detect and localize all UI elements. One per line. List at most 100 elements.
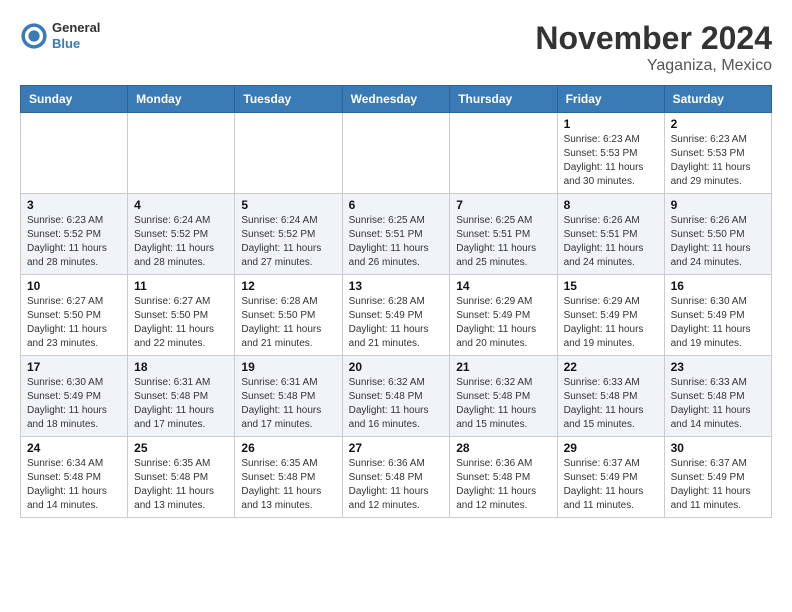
day-info: Sunrise: 6:30 AM Sunset: 5:49 PM Dayligh… — [671, 295, 765, 351]
day-number: 29 — [564, 441, 658, 455]
day-info: Sunrise: 6:32 AM Sunset: 5:48 PM Dayligh… — [349, 376, 444, 432]
calendar-cell: 30 Sunrise: 6:37 AM Sunset: 5:49 PM Dayli… — [664, 437, 771, 518]
calendar-cell: 25 Sunrise: 6:35 AM Sunset: 5:48 PM Dayli… — [128, 437, 235, 518]
calendar-cell — [342, 113, 450, 194]
calendar-cell: 29 Sunrise: 6:37 AM Sunset: 5:49 PM Dayli… — [557, 437, 664, 518]
day-info: Sunrise: 6:23 AM Sunset: 5:53 PM Dayligh… — [564, 133, 658, 189]
day-info: Sunrise: 6:33 AM Sunset: 5:48 PM Dayligh… — [564, 376, 658, 432]
calendar-week-row: 10 Sunrise: 6:27 AM Sunset: 5:50 PM Dayli… — [21, 275, 772, 356]
day-number: 13 — [349, 279, 444, 293]
day-number: 21 — [456, 360, 550, 374]
calendar-week-row: 24 Sunrise: 6:34 AM Sunset: 5:48 PM Dayli… — [21, 437, 772, 518]
day-number: 4 — [134, 198, 228, 212]
day-info: Sunrise: 6:36 AM Sunset: 5:48 PM Dayligh… — [349, 457, 444, 513]
calendar-cell: 9Sunrise: 6:26 AM Sunset: 5:50 PM Daylig… — [664, 194, 771, 275]
page-header: General Blue November 2024 Yaganiza, Mex… — [20, 20, 772, 75]
calendar-header: Sunday Monday Tuesday Wednesday Thursday… — [21, 86, 772, 113]
day-info: Sunrise: 6:35 AM Sunset: 5:48 PM Dayligh… — [134, 457, 228, 513]
day-number: 25 — [134, 441, 228, 455]
calendar-cell: 17 Sunrise: 6:30 AM Sunset: 5:49 PM Dayli… — [21, 356, 128, 437]
calendar-cell: 28 Sunrise: 6:36 AM Sunset: 5:48 PM Dayli… — [450, 437, 557, 518]
day-info: Sunrise: 6:28 AM Sunset: 5:49 PM Dayligh… — [349, 295, 444, 351]
day-info: Sunrise: 6:23 AM Sunset: 5:52 PM Dayligh… — [27, 214, 121, 270]
day-number: 16 — [671, 279, 765, 293]
day-info: Sunrise: 6:25 AM Sunset: 5:51 PM Dayligh… — [349, 214, 444, 270]
calendar-cell — [21, 113, 128, 194]
header-sunday: Sunday — [21, 86, 128, 113]
calendar-cell: 7 Sunrise: 6:25 AM Sunset: 5:51 PM Daylig… — [450, 194, 557, 275]
calendar-cell: 15Sunrise: 6:29 AM Sunset: 5:49 PM Dayli… — [557, 275, 664, 356]
calendar-cell: 19 Sunrise: 6:31 AM Sunset: 5:48 PM Dayli… — [235, 356, 342, 437]
calendar-cell: 6Sunrise: 6:25 AM Sunset: 5:51 PM Daylig… — [342, 194, 450, 275]
day-number: 19 — [241, 360, 335, 374]
day-number: 12 — [241, 279, 335, 293]
calendar-body: 1 Sunrise: 6:23 AM Sunset: 5:53 PM Daylig… — [21, 113, 772, 518]
day-number: 7 — [456, 198, 550, 212]
calendar-cell: 13 Sunrise: 6:28 AM Sunset: 5:49 PM Dayli… — [342, 275, 450, 356]
day-info: Sunrise: 6:37 AM Sunset: 5:49 PM Dayligh… — [564, 457, 658, 513]
day-info: Sunrise: 6:26 AM Sunset: 5:51 PM Dayligh… — [564, 214, 658, 270]
calendar-cell: 21 Sunrise: 6:32 AM Sunset: 5:48 PM Dayli… — [450, 356, 557, 437]
day-number: 23 — [671, 360, 765, 374]
day-info: Sunrise: 6:31 AM Sunset: 5:48 PM Dayligh… — [241, 376, 335, 432]
day-info: Sunrise: 6:27 AM Sunset: 5:50 PM Dayligh… — [134, 295, 228, 351]
calendar-cell — [235, 113, 342, 194]
logo-blue: Blue — [52, 36, 100, 52]
day-info: Sunrise: 6:28 AM Sunset: 5:50 PM Dayligh… — [241, 295, 335, 351]
day-info: Sunrise: 6:25 AM Sunset: 5:51 PM Dayligh… — [456, 214, 550, 270]
calendar-cell: 27 Sunrise: 6:36 AM Sunset: 5:48 PM Dayli… — [342, 437, 450, 518]
calendar-week-row: 1 Sunrise: 6:23 AM Sunset: 5:53 PM Daylig… — [21, 113, 772, 194]
day-info: Sunrise: 6:35 AM Sunset: 5:48 PM Dayligh… — [241, 457, 335, 513]
calendar-cell: 20Sunrise: 6:32 AM Sunset: 5:48 PM Dayli… — [342, 356, 450, 437]
day-info: Sunrise: 6:29 AM Sunset: 5:49 PM Dayligh… — [456, 295, 550, 351]
calendar-cell: 3 Sunrise: 6:23 AM Sunset: 5:52 PM Daylig… — [21, 194, 128, 275]
calendar-cell: 10Sunrise: 6:27 AM Sunset: 5:50 PM Dayli… — [21, 275, 128, 356]
day-number: 10 — [27, 279, 121, 293]
day-info: Sunrise: 6:24 AM Sunset: 5:52 PM Dayligh… — [134, 214, 228, 270]
day-info: Sunrise: 6:24 AM Sunset: 5:52 PM Dayligh… — [241, 214, 335, 270]
day-number: 24 — [27, 441, 121, 455]
day-info: Sunrise: 6:31 AM Sunset: 5:48 PM Dayligh… — [134, 376, 228, 432]
day-info: Sunrise: 6:32 AM Sunset: 5:48 PM Dayligh… — [456, 376, 550, 432]
day-number: 30 — [671, 441, 765, 455]
header-thursday: Thursday — [450, 86, 557, 113]
weekday-header-row: Sunday Monday Tuesday Wednesday Thursday… — [21, 86, 772, 113]
month-title: November 2024 — [535, 20, 772, 57]
day-number: 3 — [27, 198, 121, 212]
day-number: 18 — [134, 360, 228, 374]
day-info: Sunrise: 6:36 AM Sunset: 5:48 PM Dayligh… — [456, 457, 550, 513]
calendar-cell: 12 Sunrise: 6:28 AM Sunset: 5:50 PM Dayli… — [235, 275, 342, 356]
day-number: 22 — [564, 360, 658, 374]
day-number: 27 — [349, 441, 444, 455]
logo-icon — [20, 22, 48, 50]
header-friday: Friday — [557, 86, 664, 113]
calendar: Sunday Monday Tuesday Wednesday Thursday… — [20, 85, 772, 518]
calendar-cell: 18 Sunrise: 6:31 AM Sunset: 5:48 PM Dayli… — [128, 356, 235, 437]
calendar-cell: 16 Sunrise: 6:30 AM Sunset: 5:49 PM Dayli… — [664, 275, 771, 356]
header-wednesday: Wednesday — [342, 86, 450, 113]
calendar-cell — [450, 113, 557, 194]
calendar-cell: 4 Sunrise: 6:24 AM Sunset: 5:52 PM Daylig… — [128, 194, 235, 275]
calendar-cell: 26Sunrise: 6:35 AM Sunset: 5:48 PM Dayli… — [235, 437, 342, 518]
day-number: 28 — [456, 441, 550, 455]
day-number: 11 — [134, 279, 228, 293]
calendar-cell: 23 Sunrise: 6:33 AM Sunset: 5:48 PM Dayli… — [664, 356, 771, 437]
day-info: Sunrise: 6:37 AM Sunset: 5:49 PM Dayligh… — [671, 457, 765, 513]
day-info: Sunrise: 6:34 AM Sunset: 5:48 PM Dayligh… — [27, 457, 121, 513]
location: Yaganiza, Mexico — [535, 57, 772, 75]
calendar-cell: 5Sunrise: 6:24 AM Sunset: 5:52 PM Daylig… — [235, 194, 342, 275]
day-number: 17 — [27, 360, 121, 374]
calendar-cell: 8 Sunrise: 6:26 AM Sunset: 5:51 PM Daylig… — [557, 194, 664, 275]
calendar-cell: 14Sunrise: 6:29 AM Sunset: 5:49 PM Dayli… — [450, 275, 557, 356]
day-number: 2 — [671, 117, 765, 131]
day-info: Sunrise: 6:33 AM Sunset: 5:48 PM Dayligh… — [671, 376, 765, 432]
calendar-week-row: 3 Sunrise: 6:23 AM Sunset: 5:52 PM Daylig… — [21, 194, 772, 275]
day-number: 1 — [564, 117, 658, 131]
calendar-cell: 22 Sunrise: 6:33 AM Sunset: 5:48 PM Dayli… — [557, 356, 664, 437]
header-tuesday: Tuesday — [235, 86, 342, 113]
calendar-cell: 2Sunrise: 6:23 AM Sunset: 5:53 PM Daylig… — [664, 113, 771, 194]
day-info: Sunrise: 6:30 AM Sunset: 5:49 PM Dayligh… — [27, 376, 121, 432]
day-number: 15 — [564, 279, 658, 293]
day-number: 8 — [564, 198, 658, 212]
calendar-cell: 11 Sunrise: 6:27 AM Sunset: 5:50 PM Dayli… — [128, 275, 235, 356]
